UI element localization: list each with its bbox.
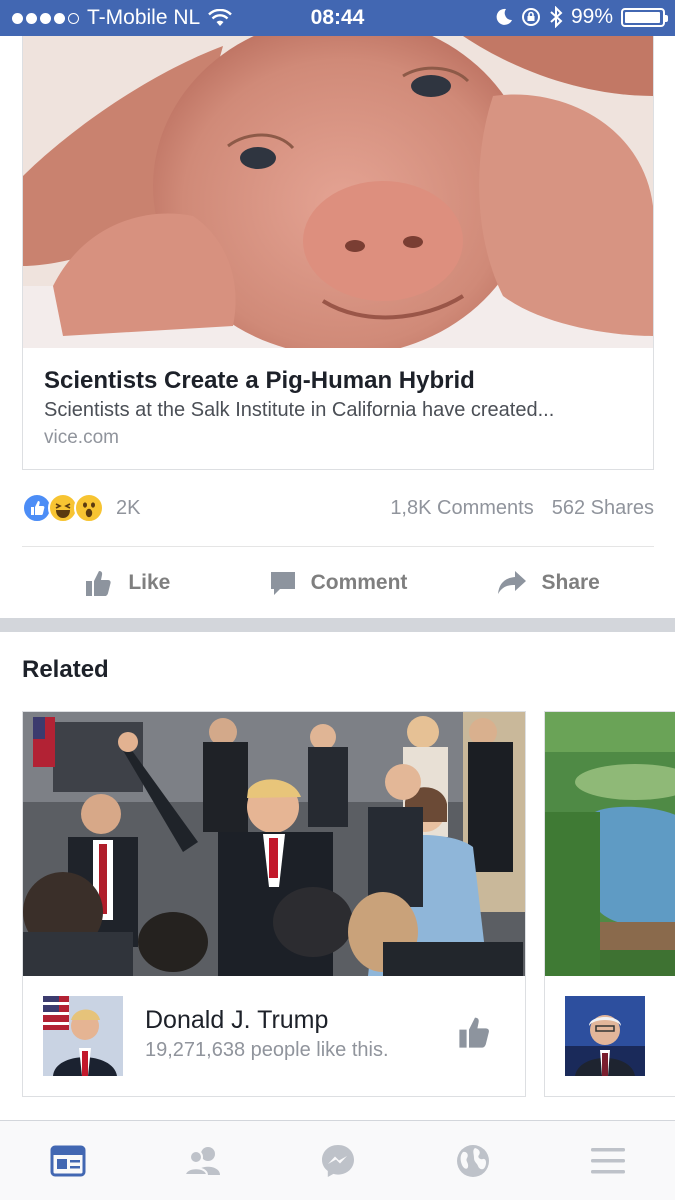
post-action-bar: Like Comment Share [22,556,654,610]
engagement-counts: 1,8K Comments 562 Shares [390,497,654,520]
tab-news-feed[interactable] [0,1121,135,1200]
reactions-summary: 2K 1,8K Comments 562 Shares [22,490,654,526]
bluetooth-icon [550,6,563,28]
menu-icon [590,1147,625,1173]
page-avatar[interactable] [43,996,123,1076]
link-preview-image[interactable] [23,36,653,348]
related-page-card[interactable] [544,711,675,1097]
comment-button[interactable]: Comment [233,556,444,610]
related-page-info [545,976,675,1096]
messenger-icon [321,1144,354,1177]
reaction-icons[interactable] [22,493,104,523]
comment-label: Comment [310,571,408,594]
share-label: Share [541,571,600,594]
share-button[interactable]: Share [443,556,654,610]
moon-icon [496,8,512,25]
wow-reaction-icon [74,493,104,523]
related-heading: Related [22,656,109,683]
like-button[interactable]: Like [22,556,233,610]
related-page-info: Donald J. Trump 19,271,638 people like t… [23,976,525,1096]
carrier-group: T-Mobile NL [12,6,233,30]
status-bar: T-Mobile NL 08:44 99% [0,0,675,36]
share-arrow-icon [498,571,527,594]
link-description: Scientists at the Salk Institute in Cali… [44,399,555,421]
tab-friends[interactable] [135,1121,270,1200]
related-page-cover-image[interactable] [545,712,675,976]
reactions-count[interactable]: 2K [116,497,140,520]
comments-count[interactable]: 1,8K Comments [390,497,533,520]
link-title[interactable]: Scientists Create a Pig-Human Hybrid [44,366,632,396]
tab-notifications[interactable] [405,1121,540,1200]
carrier-name: T-Mobile NL [87,6,201,29]
divider [22,546,654,547]
thumbs-up-icon [86,571,111,596]
page-likes-count: 19,271,638 people like this. [145,1039,389,1061]
notifications-globe-icon [456,1144,489,1177]
tab-menu[interactable] [540,1121,675,1200]
wifi-icon [208,9,233,26]
comment-icon [270,572,295,595]
like-label: Like [128,571,171,594]
battery-icon [621,7,668,27]
battery-percent: 99% [570,5,613,28]
status-icons: 99% [495,5,668,29]
page-name[interactable]: Donald J. Trump [145,1006,328,1035]
link-preview-card[interactable]: Scientists Create a Pig-Human Hybrid Sci… [22,36,654,470]
link-domain: vice.com [44,427,119,448]
orientation-lock-icon [521,8,540,26]
news-feed-icon [50,1145,85,1176]
section-separator [0,618,675,632]
page-avatar[interactable] [565,996,645,1076]
friends-icon [183,1146,220,1176]
link-text-block: Scientists Create a Pig-Human Hybrid Sci… [23,348,653,452]
tab-messenger[interactable] [270,1121,405,1200]
thumbs-up-icon [459,1017,489,1048]
signal-strength-icon [12,12,79,24]
related-page-cover-image[interactable] [23,712,525,976]
related-page-card[interactable]: Donald J. Trump 19,271,638 people like t… [22,711,526,1097]
like-page-button[interactable] [457,1014,493,1055]
shares-count[interactable]: 562 Shares [552,497,654,520]
bottom-tab-bar [0,1120,675,1200]
